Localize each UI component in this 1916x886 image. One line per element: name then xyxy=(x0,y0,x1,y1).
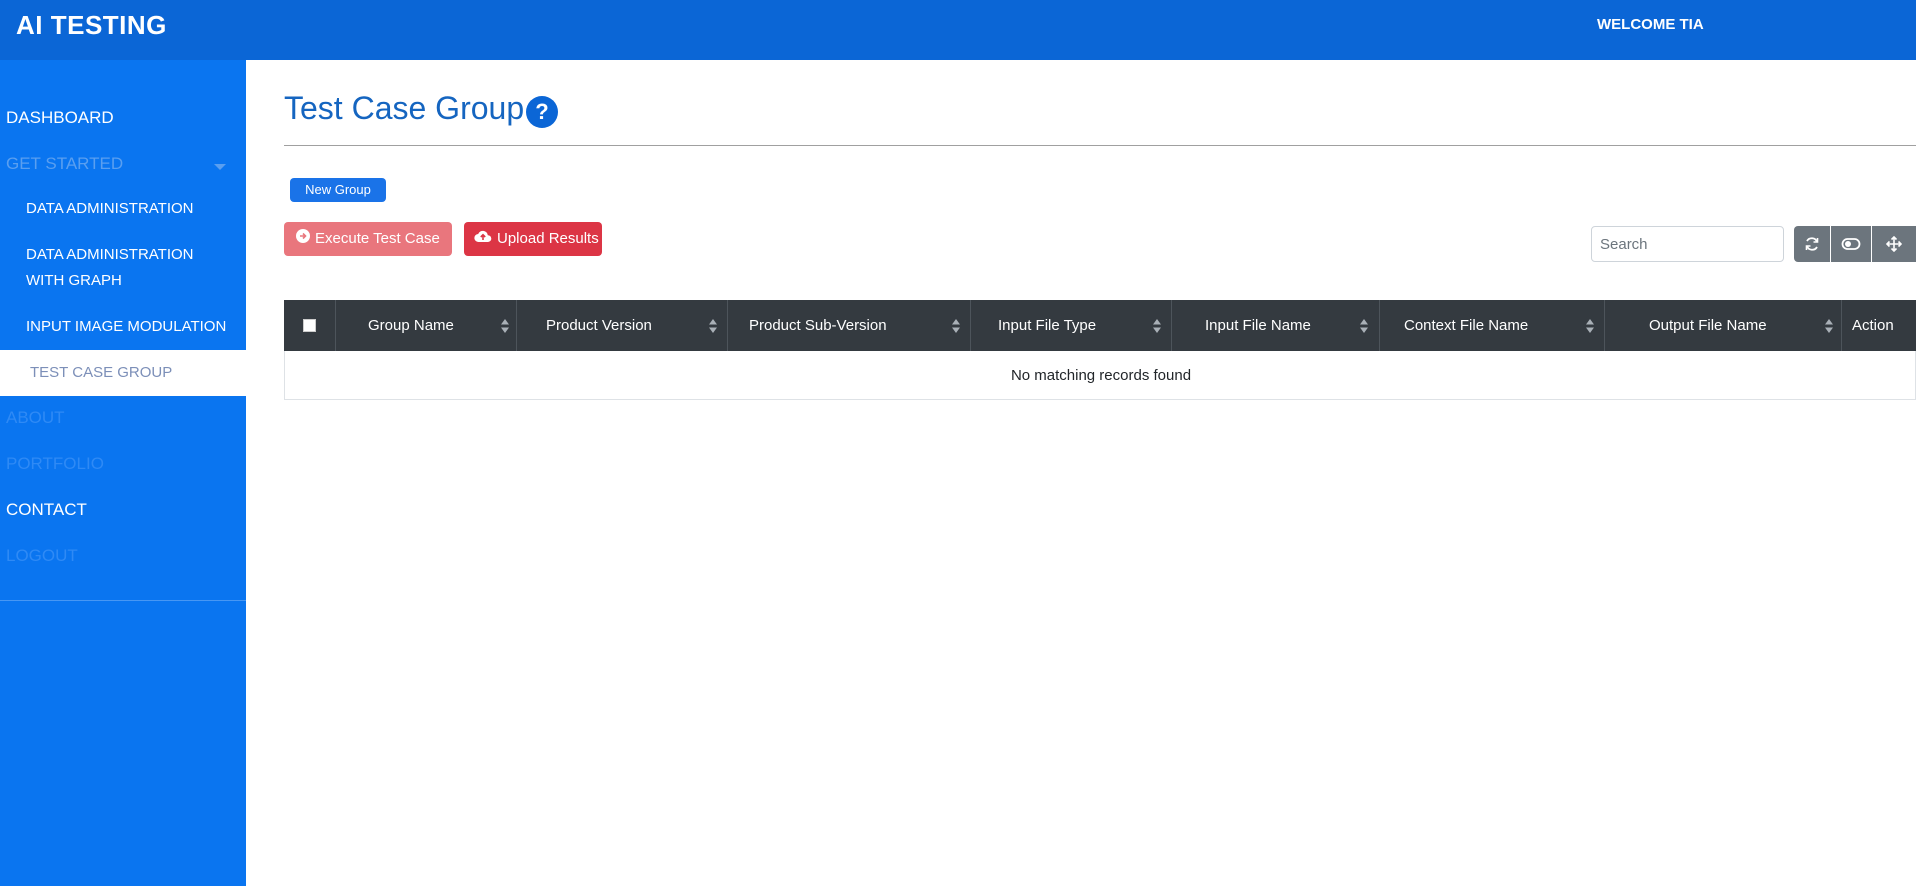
toggle-view-button[interactable] xyxy=(1831,226,1871,262)
execute-test-case-label: Execute Test Case xyxy=(315,230,440,247)
table-header: Group Name Product Version Product Sub-V… xyxy=(284,300,1916,351)
sidebar-item-dashboard[interactable]: DASHBOARD xyxy=(0,108,246,138)
column-header-group-name[interactable]: Group Name xyxy=(336,300,516,351)
empty-table-message: No matching records found xyxy=(1010,367,1192,384)
sidebar-item-label: DASHBOARD xyxy=(6,108,114,127)
sidebar-item-label: INPUT IMAGE MODULATION xyxy=(26,318,227,335)
sidebar-item-label: TEST CASE GROUP xyxy=(30,364,173,381)
main-content: Test Case Group ? New Group Execute Test… xyxy=(246,60,1916,886)
top-navbar: AI TESTING WELCOME TIA xyxy=(0,0,1916,60)
title-divider xyxy=(284,145,1916,146)
column-header-label: Product Sub-Version xyxy=(749,317,887,334)
sidebar-item-label: LOGOUT xyxy=(6,546,78,565)
sidebar-item-label: GET STARTED xyxy=(6,154,124,173)
sort-icon xyxy=(1586,319,1594,333)
caret-down-icon xyxy=(214,164,226,170)
execute-test-case-button[interactable]: Execute Test Case xyxy=(284,222,452,256)
sidebar: DASHBOARD GET STARTED DATA ADMINISTRATIO… xyxy=(0,60,246,886)
sidebar-divider xyxy=(0,600,246,601)
sidebar-item-label: DATA ADMINISTRATION xyxy=(26,200,194,217)
page-title: Test Case Group xyxy=(284,90,525,126)
refresh-icon xyxy=(1804,235,1820,252)
column-header-label: Input File Type xyxy=(998,317,1097,334)
column-header-context-file-name[interactable]: Context File Name xyxy=(1380,300,1604,351)
new-group-button[interactable]: New Group xyxy=(290,178,386,202)
column-header-input-file-type[interactable]: Input File Type xyxy=(971,300,1171,351)
sidebar-item-data-administration-graph[interactable]: DATA ADMINISTRATION WITH GRAPH xyxy=(0,246,246,298)
sidebar-item-data-administration[interactable]: DATA ADMINISTRATION xyxy=(0,200,246,230)
column-header-product-version[interactable]: Product Version xyxy=(517,300,727,351)
column-header-output-file-name[interactable]: Output File Name xyxy=(1605,300,1841,351)
refresh-button[interactable] xyxy=(1794,226,1830,262)
arrow-circle-right-icon xyxy=(296,222,310,256)
sidebar-item-label: CONTACT xyxy=(6,500,87,519)
sidebar-item-get-started[interactable]: GET STARTED xyxy=(0,154,246,184)
sidebar-item-about[interactable]: ABOUT xyxy=(0,408,246,438)
upload-results-label: Upload Results xyxy=(497,230,599,247)
sort-icon xyxy=(709,319,717,333)
arrows-move-icon xyxy=(1885,235,1903,252)
app-brand[interactable]: AI TESTING xyxy=(16,10,167,41)
column-header-label: Output File Name xyxy=(1649,317,1767,334)
column-header-label: Context File Name xyxy=(1404,317,1529,334)
table-body: No matching records found xyxy=(284,351,1916,400)
column-header-product-sub-version[interactable]: Product Sub-Version xyxy=(728,300,970,351)
column-header-label: Group Name xyxy=(368,317,454,334)
sort-icon xyxy=(1360,319,1368,333)
select-all-checkbox[interactable] xyxy=(303,319,316,332)
sidebar-item-label: PORTFOLIO xyxy=(6,454,104,473)
sort-icon xyxy=(501,319,509,333)
sidebar-item-label-line1: DATA ADMINISTRATION xyxy=(26,246,194,263)
welcome-text: WELCOME TIA xyxy=(1597,16,1704,33)
sidebar-item-input-image-modulation[interactable]: INPUT IMAGE MODULATION xyxy=(0,318,246,348)
sort-icon xyxy=(1153,319,1161,333)
select-all-header xyxy=(284,300,335,351)
question-circle-icon[interactable]: ? xyxy=(526,96,558,128)
sidebar-item-portfolio[interactable]: PORTFOLIO xyxy=(0,454,246,484)
fullscreen-button[interactable] xyxy=(1872,226,1916,262)
sort-icon xyxy=(952,319,960,333)
upload-results-button[interactable]: Upload Results xyxy=(464,222,602,256)
sidebar-item-label: ABOUT xyxy=(6,408,65,427)
column-header-input-file-name[interactable]: Input File Name xyxy=(1172,300,1379,351)
column-header-action: Action xyxy=(1842,300,1916,351)
column-header-label: Action xyxy=(1852,317,1894,334)
sort-icon xyxy=(1825,319,1833,333)
search-input[interactable] xyxy=(1591,226,1784,262)
cloud-upload-icon xyxy=(474,222,492,256)
sidebar-item-test-case-group[interactable]: TEST CASE GROUP xyxy=(0,350,246,396)
sidebar-item-contact[interactable]: CONTACT xyxy=(0,500,246,530)
column-header-label: Product Version xyxy=(546,317,652,334)
sidebar-item-label-line2: WITH GRAPH xyxy=(26,272,122,289)
toggle-icon xyxy=(1841,235,1861,252)
sidebar-item-logout[interactable]: LOGOUT xyxy=(0,546,246,576)
column-header-label: Input File Name xyxy=(1205,317,1311,334)
